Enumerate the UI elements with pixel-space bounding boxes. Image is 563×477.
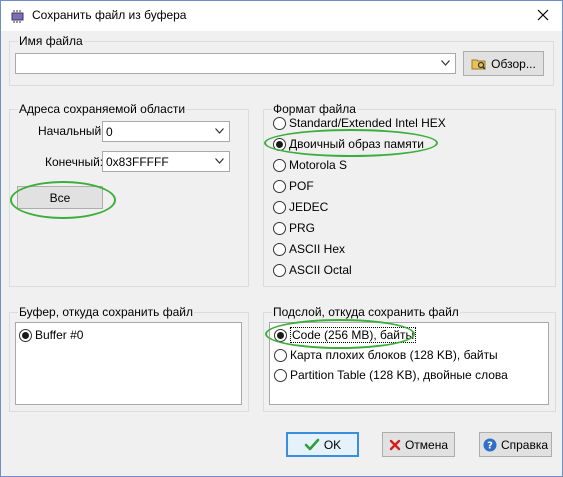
svg-text:?: ?	[487, 440, 493, 451]
sublayer-group-label: Подслой, откуда сохранить файл	[272, 305, 460, 319]
ok-button[interactable]: OK	[286, 432, 359, 457]
start-address-combobox[interactable]: 0	[102, 121, 230, 142]
buffer-item[interactable]: Buffer #0	[19, 327, 83, 343]
radio-button[interactable]	[273, 221, 286, 235]
start-address-value: 0	[106, 125, 113, 139]
radio-button[interactable]	[273, 137, 286, 151]
title-bar: Сохранить файл из буфера	[1, 1, 562, 31]
format-option-prg[interactable]: PRG	[273, 220, 315, 236]
format-option-pof[interactable]: POF	[273, 178, 314, 194]
sublayer-option-label: Code (256 MB), байты	[290, 327, 417, 343]
end-address-value: 0x83FFFFF	[106, 155, 169, 169]
cancel-label: Отмена	[404, 437, 449, 452]
format-option-label: ASCII Octal	[289, 263, 352, 277]
format-option-label: JEDEC	[289, 200, 329, 214]
filename-combobox[interactable]	[15, 53, 456, 74]
format-option-binary-image[interactable]: Двоичный образ памяти	[273, 136, 424, 152]
format-option-label: Motorola S	[289, 158, 348, 172]
radio-button[interactable]	[274, 368, 287, 382]
format-option-label: ASCII Hex	[289, 242, 346, 256]
radio-button[interactable]	[273, 158, 286, 172]
chevron-down-icon	[215, 128, 224, 134]
radio-button[interactable]	[274, 348, 287, 362]
format-group-label: Формат файла	[272, 102, 357, 116]
format-option-jedec[interactable]: JEDEC	[273, 199, 328, 215]
sublayer-option-code[interactable]: Code (256 MB), байты	[274, 327, 417, 343]
format-option-ascii-hex[interactable]: ASCII Hex	[273, 241, 345, 257]
browse-label: Обзор...	[491, 56, 536, 71]
radio-button[interactable]	[273, 116, 286, 130]
window-title: Сохранить файл из буфера	[32, 8, 187, 22]
radio-button[interactable]	[19, 328, 32, 342]
format-option-label: PRG	[289, 221, 316, 235]
radio-button[interactable]	[274, 328, 287, 342]
sublayer-list[interactable]: Code (256 MB), байты Карта плохих блоков…	[269, 322, 549, 405]
start-address-label: Начальный:	[38, 124, 105, 138]
format-option-ascii-octal[interactable]: ASCII Octal	[273, 262, 352, 278]
radio-button[interactable]	[273, 263, 286, 277]
ok-label: OK	[323, 437, 342, 452]
chip-app-icon	[11, 10, 24, 23]
help-icon: ?	[483, 438, 497, 451]
sublayer-option-label: Partition Table (128 KB), двойные слова	[290, 368, 508, 382]
format-option-label: Двоичный образ памяти	[289, 137, 424, 151]
chevron-down-icon	[215, 158, 224, 164]
close-icon	[537, 9, 549, 21]
radio-button[interactable]	[273, 179, 286, 193]
checkmark-icon	[304, 438, 320, 450]
format-option-intel-hex[interactable]: Standard/Extended Intel HEX	[273, 115, 446, 131]
help-button[interactable]: ? Справка	[479, 432, 552, 457]
sublayer-option-bad-blocks[interactable]: Карта плохих блоков (128 KB), байты	[274, 347, 498, 363]
end-address-label: Конечный:	[45, 155, 104, 169]
end-address-combobox[interactable]: 0x83FFFFF	[102, 151, 230, 172]
save-file-dialog: Сохранить файл из буфера Имя файла Обзор…	[0, 0, 563, 477]
format-option-label: Standard/Extended Intel HEX	[289, 116, 446, 130]
select-all-label: Все	[49, 190, 71, 205]
buffer-item-label: Buffer #0	[35, 328, 84, 342]
browse-button[interactable]: Обзор...	[463, 51, 544, 76]
select-all-button[interactable]: Все	[17, 186, 103, 209]
filename-group-label: Имя файла	[18, 34, 84, 48]
sublayer-option-partition-table[interactable]: Partition Table (128 KB), двойные слова	[274, 367, 508, 383]
chevron-down-icon	[441, 60, 450, 66]
buffer-group-label: Буфер, откуда сохранить файл	[18, 305, 194, 319]
red-x-icon	[389, 439, 401, 450]
browse-folder-icon	[471, 59, 486, 69]
format-option-label: POF	[289, 179, 314, 193]
buffer-list[interactable]: Buffer #0	[15, 322, 242, 405]
help-label: Справка	[500, 437, 549, 452]
close-button[interactable]	[528, 3, 558, 27]
format-option-motorola-s[interactable]: Motorola S	[273, 157, 347, 173]
cancel-button[interactable]: Отмена	[382, 432, 455, 457]
radio-button[interactable]	[273, 242, 286, 256]
radio-button[interactable]	[273, 200, 286, 214]
sublayer-option-label: Карта плохих блоков (128 KB), байты	[290, 348, 498, 362]
address-group-label: Адреса сохраняемой области	[18, 102, 187, 116]
